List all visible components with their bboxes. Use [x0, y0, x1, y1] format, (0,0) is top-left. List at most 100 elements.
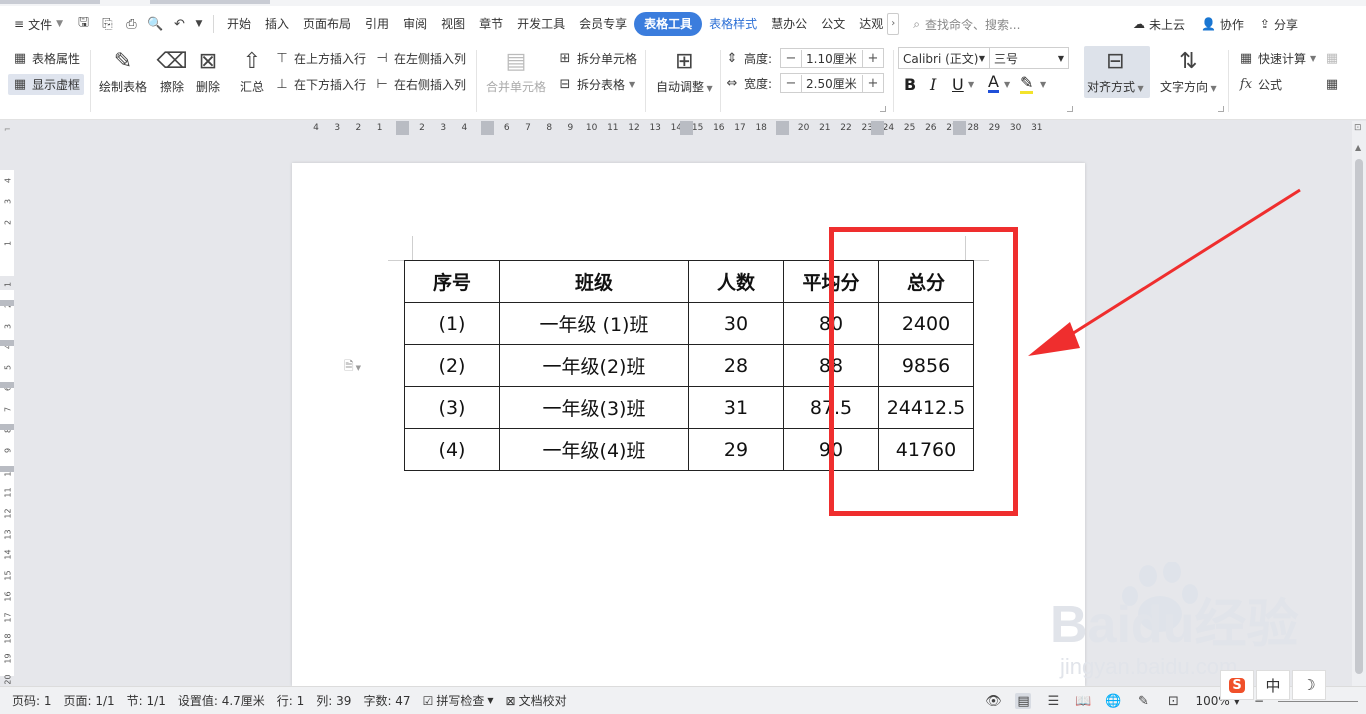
erase-button[interactable]: ⌫ 擦除	[156, 48, 187, 95]
width-stepper[interactable]: − 2.50厘米 +	[780, 73, 884, 93]
table-cell[interactable]: 一年级(4)班	[499, 428, 689, 471]
outline-view-icon[interactable]: ☰	[1045, 693, 1061, 709]
doc-check-button[interactable]: ⊠ 文档校对	[506, 692, 567, 709]
reading-view-icon[interactable]: 📖	[1075, 693, 1091, 709]
cloud-status-button[interactable]: ☁ 未上云	[1133, 16, 1185, 33]
status-row[interactable]: 行: 1	[277, 692, 305, 709]
overflow-button[interactable]: ▦	[1324, 50, 1340, 66]
chevron-down-icon[interactable]: ▼	[1040, 80, 1046, 89]
sogou-logo-icon[interactable]: S	[1220, 670, 1254, 700]
command-search[interactable]: ⌕ 查找命令、搜索...	[913, 16, 1053, 33]
chevron-down-icon[interactable]: ▼	[968, 80, 974, 89]
share-button[interactable]: ⇪ 分享	[1260, 16, 1298, 33]
split-cells-button[interactable]: ⊞ 拆分单元格	[557, 50, 637, 67]
tab-table-tools[interactable]: 表格工具	[634, 12, 703, 36]
status-pages[interactable]: 页面: 1/1	[64, 692, 115, 709]
formula-button[interactable]: fx 公式	[1238, 76, 1282, 93]
header-cell-class[interactable]: 班级	[499, 260, 689, 303]
more-tabs-button[interactable]: ›	[887, 13, 900, 35]
tab-official-doc[interactable]: 公文	[814, 12, 852, 36]
overflow-button-2[interactable]: ▦	[1324, 76, 1340, 92]
status-word-count[interactable]: 字数: 47	[363, 692, 410, 709]
table-cell[interactable]: 29	[688, 428, 784, 471]
table-cell[interactable]: 31	[688, 386, 784, 429]
zoom-slider[interactable]	[1278, 700, 1358, 702]
table-cell[interactable]: (2)	[404, 344, 500, 387]
tab-hui-office[interactable]: 慧办公	[764, 12, 814, 36]
table-cell[interactable]: 28	[688, 344, 784, 387]
ime-mode-button[interactable]: 中	[1256, 670, 1290, 700]
delete-button[interactable]: ⊠ 删除	[194, 48, 222, 95]
header-cell-average[interactable]: 平均分	[783, 260, 879, 303]
undo-icon[interactable]: ↶	[171, 16, 188, 33]
tab-member[interactable]: 会员专享	[572, 12, 634, 36]
print-icon[interactable]: ⎙	[123, 16, 140, 33]
tab-table-style[interactable]: 表格样式	[702, 12, 764, 36]
tab-view[interactable]: 视图	[434, 12, 472, 36]
row-marker[interactable]	[0, 300, 14, 306]
tab-references[interactable]: 引用	[358, 12, 396, 36]
tab-home[interactable]: 开始	[220, 12, 258, 36]
column-marker[interactable]	[396, 121, 409, 135]
insert-row-above-button[interactable]: ⊤ 在上方插入行	[274, 50, 366, 67]
search-input[interactable]: 查找命令、搜索...	[925, 16, 1020, 33]
fit-page-icon[interactable]: ⊡	[1165, 693, 1181, 709]
moon-icon[interactable]: ☽	[1292, 670, 1326, 700]
header-cell-index[interactable]: 序号	[404, 260, 500, 303]
collaborate-button[interactable]: 👤 协作	[1201, 16, 1244, 33]
height-decrease-button[interactable]: −	[781, 51, 801, 66]
tab-developer[interactable]: 开发工具	[510, 12, 572, 36]
width-increase-button[interactable]: +	[863, 76, 883, 91]
table-cell[interactable]: 一年级(3)班	[499, 386, 689, 429]
table-properties-button[interactable]: ▦ 表格属性	[12, 50, 80, 67]
split-table-button[interactable]: ⊟ 拆分表格 ▼	[557, 76, 636, 93]
export-pdf-icon[interactable]: ⎘	[99, 16, 116, 33]
score-table[interactable]: 序号 班级 人数 平均分 总分 (1) 一年级 (1)班 30 80 2400 …	[404, 260, 974, 471]
draw-table-button[interactable]: ✎ 绘制表格	[99, 48, 147, 95]
tab-chapter[interactable]: 章节	[472, 12, 510, 36]
header-cell-total[interactable]: 总分	[878, 260, 974, 303]
save-icon[interactable]: 🖫	[75, 15, 92, 33]
web-view-icon[interactable]: 🌐	[1105, 693, 1121, 709]
font-size-select[interactable]: 三号 ▼	[989, 47, 1069, 69]
status-col[interactable]: 列: 39	[316, 692, 351, 709]
align-button[interactable]: ⊟ 对齐方式 ▼	[1087, 48, 1144, 95]
page-view-icon[interactable]: ▤	[1015, 693, 1032, 709]
width-input[interactable]: 2.50厘米	[801, 74, 863, 92]
underline-button[interactable]: U	[952, 75, 964, 94]
merge-cells-button[interactable]: ▤ 合并单元格	[486, 48, 546, 95]
font-color-button[interactable]: A	[988, 74, 999, 93]
table-cell[interactable]: 一年级(2)班	[499, 344, 689, 387]
spell-check-button[interactable]: ☑ 拼写检查 ▼	[423, 692, 494, 709]
table-cell[interactable]: 80	[783, 302, 879, 345]
dialog-launcher[interactable]	[1218, 106, 1224, 112]
column-marker[interactable]	[776, 121, 789, 135]
dialog-launcher[interactable]	[880, 106, 886, 112]
insert-row-below-button[interactable]: ⊥ 在下方插入行	[274, 76, 366, 93]
height-increase-button[interactable]: +	[863, 51, 883, 66]
table-cell[interactable]: 88	[783, 344, 879, 387]
table-cell[interactable]: 87.5	[783, 386, 879, 429]
chevron-down-icon[interactable]: ▼	[195, 16, 203, 33]
table-cell[interactable]: 一年级 (1)班	[499, 302, 689, 345]
vertical-scrollbar[interactable]: ⊡ ▲	[1352, 121, 1366, 686]
scrollbar-thumb[interactable]	[1355, 159, 1363, 674]
table-cell[interactable]: 2400	[878, 302, 974, 345]
chevron-down-icon[interactable]: ▼	[1004, 80, 1010, 89]
summary-button[interactable]: ⇧ 汇总	[238, 48, 266, 95]
status-section[interactable]: 节: 1/1	[127, 692, 166, 709]
height-input[interactable]: 1.10厘米	[801, 49, 863, 67]
tab-insert[interactable]: 插入	[258, 12, 296, 36]
width-decrease-button[interactable]: −	[781, 76, 801, 91]
scroll-up-arrow-icon[interactable]: ▲	[1355, 143, 1361, 152]
status-setting[interactable]: 设置值: 4.7厘米	[178, 692, 265, 709]
auto-fit-button[interactable]: ⊞ 自动调整 ▼	[656, 48, 713, 95]
column-marker[interactable]	[953, 121, 966, 135]
text-direction-button[interactable]: ⇅ 文字方向 ▼	[1160, 48, 1217, 95]
tab-review[interactable]: 审阅	[396, 12, 434, 36]
bold-button[interactable]: B	[904, 75, 916, 94]
column-marker[interactable]	[481, 121, 494, 135]
italic-button[interactable]: I	[930, 75, 936, 94]
vertical-ruler[interactable]: 43211234567891011121314151617181920	[0, 140, 14, 686]
show-gridlines-button[interactable]: ▦ 显示虚框	[8, 74, 85, 95]
